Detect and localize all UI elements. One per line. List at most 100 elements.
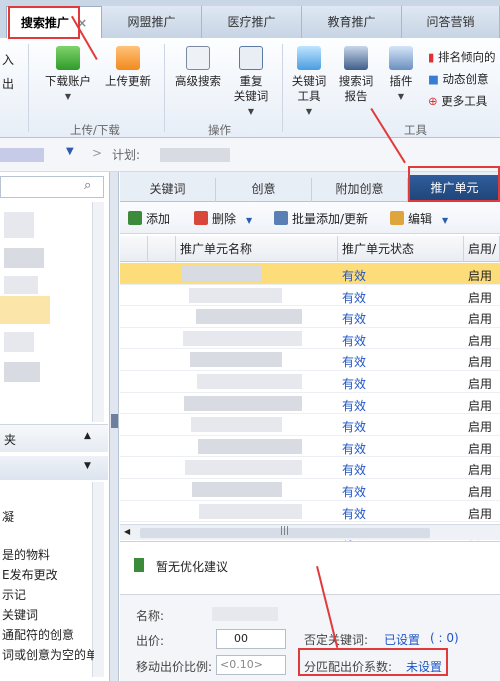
- enable-cell[interactable]: 启用: [468, 310, 492, 327]
- left-list-item[interactable]: 关键词: [2, 606, 38, 623]
- tree-item-redacted[interactable]: [4, 248, 44, 268]
- tab-medical-promotion[interactable]: 医疗推广: [202, 6, 302, 38]
- ribbon-left-partial[interactable]: 入 出: [2, 48, 14, 96]
- chevron-down-icon[interactable]: ▼: [66, 146, 74, 157]
- negative-keyword-link[interactable]: 已设置: [384, 631, 420, 648]
- column-header-enable[interactable]: 启用/暂: [464, 236, 500, 282]
- left-list-item[interactable]: 凝: [2, 508, 14, 525]
- ribbon-tool-list: ▮ 排名倾向的 ■ 动态创意 ⊕ 更多工具: [428, 46, 496, 112]
- keyword-tool-button[interactable]: 关键词 工具 ▼: [288, 46, 330, 119]
- table-row[interactable]: 有效 启用: [120, 285, 500, 307]
- rank-direction-button[interactable]: ▮ 排名倾向的: [428, 46, 496, 68]
- section-header[interactable]: ▼: [0, 456, 108, 480]
- enable-cell[interactable]: 启用: [468, 397, 492, 414]
- bid-input[interactable]: 00: [216, 629, 286, 649]
- tab-keyword[interactable]: 关键词: [120, 178, 216, 202]
- unit-name-redacted: [196, 309, 302, 325]
- tree-item-redacted[interactable]: [4, 332, 34, 352]
- enable-cell[interactable]: 启用: [468, 353, 492, 370]
- tab-creative[interactable]: 创意: [216, 178, 312, 202]
- tab-qa-marketing[interactable]: 问答营销: [402, 6, 500, 38]
- add-button[interactable]: 添加: [128, 210, 170, 227]
- table-row[interactable]: 有效 启用: [120, 349, 500, 371]
- enable-cell[interactable]: 启用: [468, 289, 492, 306]
- left-list-item[interactable]: 词或创意为空的单: [2, 646, 94, 663]
- table-row[interactable]: 有效 启用: [120, 371, 500, 393]
- scrollbar[interactable]: [92, 202, 104, 422]
- table-row[interactable]: 有效 启用: [120, 263, 500, 285]
- table-row[interactable]: 有效 启用: [120, 457, 500, 479]
- delete-button[interactable]: 删除 ▼: [194, 210, 252, 227]
- horizontal-scrollbar[interactable]: ◀ |||: [120, 524, 500, 540]
- enable-cell[interactable]: 启用: [468, 332, 492, 349]
- delete-label: 删除: [212, 212, 237, 226]
- collapse-arrow-icon[interactable]: [111, 414, 118, 428]
- search-report-button[interactable]: 搜索词 报告: [334, 46, 378, 104]
- download-account-button[interactable]: 下载账户 ▼: [38, 46, 98, 104]
- magnifier-icon: [186, 46, 210, 70]
- unit-name-redacted: [182, 266, 262, 281]
- left-list-item[interactable]: 示记: [2, 586, 26, 603]
- left-list-item[interactable]: 是的物料: [2, 546, 50, 563]
- upload-icon: [116, 46, 140, 70]
- left-list-item[interactable]: E发布更改: [2, 566, 58, 583]
- unit-name-redacted: [192, 482, 282, 497]
- plugin-icon: [389, 46, 413, 70]
- chevron-down-icon[interactable]: ▼: [442, 216, 448, 225]
- panel-splitter[interactable]: [110, 172, 119, 681]
- table-row[interactable]: 有效 启用: [120, 306, 500, 328]
- enable-cell[interactable]: 启用: [468, 440, 492, 457]
- enable-cell[interactable]: 启用: [468, 375, 492, 392]
- enable-cell[interactable]: 启用: [468, 483, 492, 500]
- chevron-down-icon: ▼: [305, 107, 313, 116]
- chevron-down-icon[interactable]: ▼: [84, 461, 91, 471]
- tree-item-redacted[interactable]: [4, 276, 38, 294]
- batch-add-button[interactable]: 批量添加/更新: [274, 210, 368, 227]
- mobile-ratio-input[interactable]: <0.10>: [216, 655, 286, 675]
- account-name-redacted: [0, 148, 44, 162]
- upload-update-button[interactable]: 上传更新: [100, 46, 156, 89]
- unit-status-cell: 有效: [342, 269, 367, 283]
- unit-name-redacted: [183, 330, 302, 346]
- collapse-icon[interactable]: ▲: [84, 431, 91, 441]
- folder-header[interactable]: 夹 ▲: [0, 424, 108, 452]
- table-row[interactable]: 有效 启用: [120, 479, 500, 501]
- tab-extra-creative[interactable]: 附加创意: [312, 178, 408, 202]
- suggestion-text: 暂无优化建议: [156, 560, 229, 574]
- edit-button[interactable]: 编辑 ▼: [390, 210, 448, 227]
- unit-status-cell: 有效: [342, 463, 367, 478]
- tree-item-redacted[interactable]: [4, 212, 34, 238]
- plugin-button[interactable]: 插件 ▼: [382, 46, 420, 104]
- unit-name-redacted: [189, 287, 282, 303]
- column-header-unit-status[interactable]: 推广单元状态: [338, 236, 464, 262]
- checkbox-header[interactable]: [120, 236, 148, 262]
- duplicate-keyword-button[interactable]: 重复 关键词 ▼: [228, 46, 274, 119]
- left-list-item[interactable]: 通配符的创意: [2, 626, 74, 643]
- unit-name-redacted: [184, 395, 302, 411]
- advanced-search-button[interactable]: 高级搜索: [170, 46, 226, 89]
- tree-item-selected[interactable]: [0, 296, 50, 324]
- enable-cell[interactable]: 启用: [468, 267, 492, 284]
- unit-status-cell: 有效: [342, 485, 367, 499]
- table-row[interactable]: 有效 启用: [120, 393, 500, 415]
- plus-circle-icon: ⊕: [428, 94, 438, 108]
- enable-cell[interactable]: 启用: [468, 461, 492, 478]
- table-row[interactable]: 有效 启用: [120, 436, 500, 458]
- enable-cell[interactable]: 启用: [468, 505, 492, 522]
- column-header-unit-name[interactable]: 推广单元名称: [176, 236, 338, 262]
- table-row[interactable]: 有效 启用: [120, 501, 500, 523]
- table-row[interactable]: 有效 启用: [120, 328, 500, 350]
- enable-cell[interactable]: 启用: [468, 418, 492, 435]
- tab-network-promotion[interactable]: 网盟推广: [102, 6, 202, 38]
- annotation-box-search-tab: [8, 6, 80, 39]
- unit-name-redacted: [191, 417, 282, 433]
- chevron-down-icon[interactable]: ▼: [246, 216, 252, 225]
- table-row[interactable]: 有效 启用: [120, 414, 500, 436]
- search-icon[interactable]: ⌕: [84, 178, 91, 193]
- tab-education-promotion[interactable]: 教育推广: [302, 6, 402, 38]
- dynamic-creative-button[interactable]: ■ 动态创意: [428, 68, 496, 90]
- download-account-label: 下载账户: [45, 74, 91, 88]
- scroll-left-icon[interactable]: ◀: [124, 527, 130, 536]
- tree-item-redacted[interactable]: [4, 362, 40, 382]
- more-tools-button[interactable]: ⊕ 更多工具: [428, 90, 496, 112]
